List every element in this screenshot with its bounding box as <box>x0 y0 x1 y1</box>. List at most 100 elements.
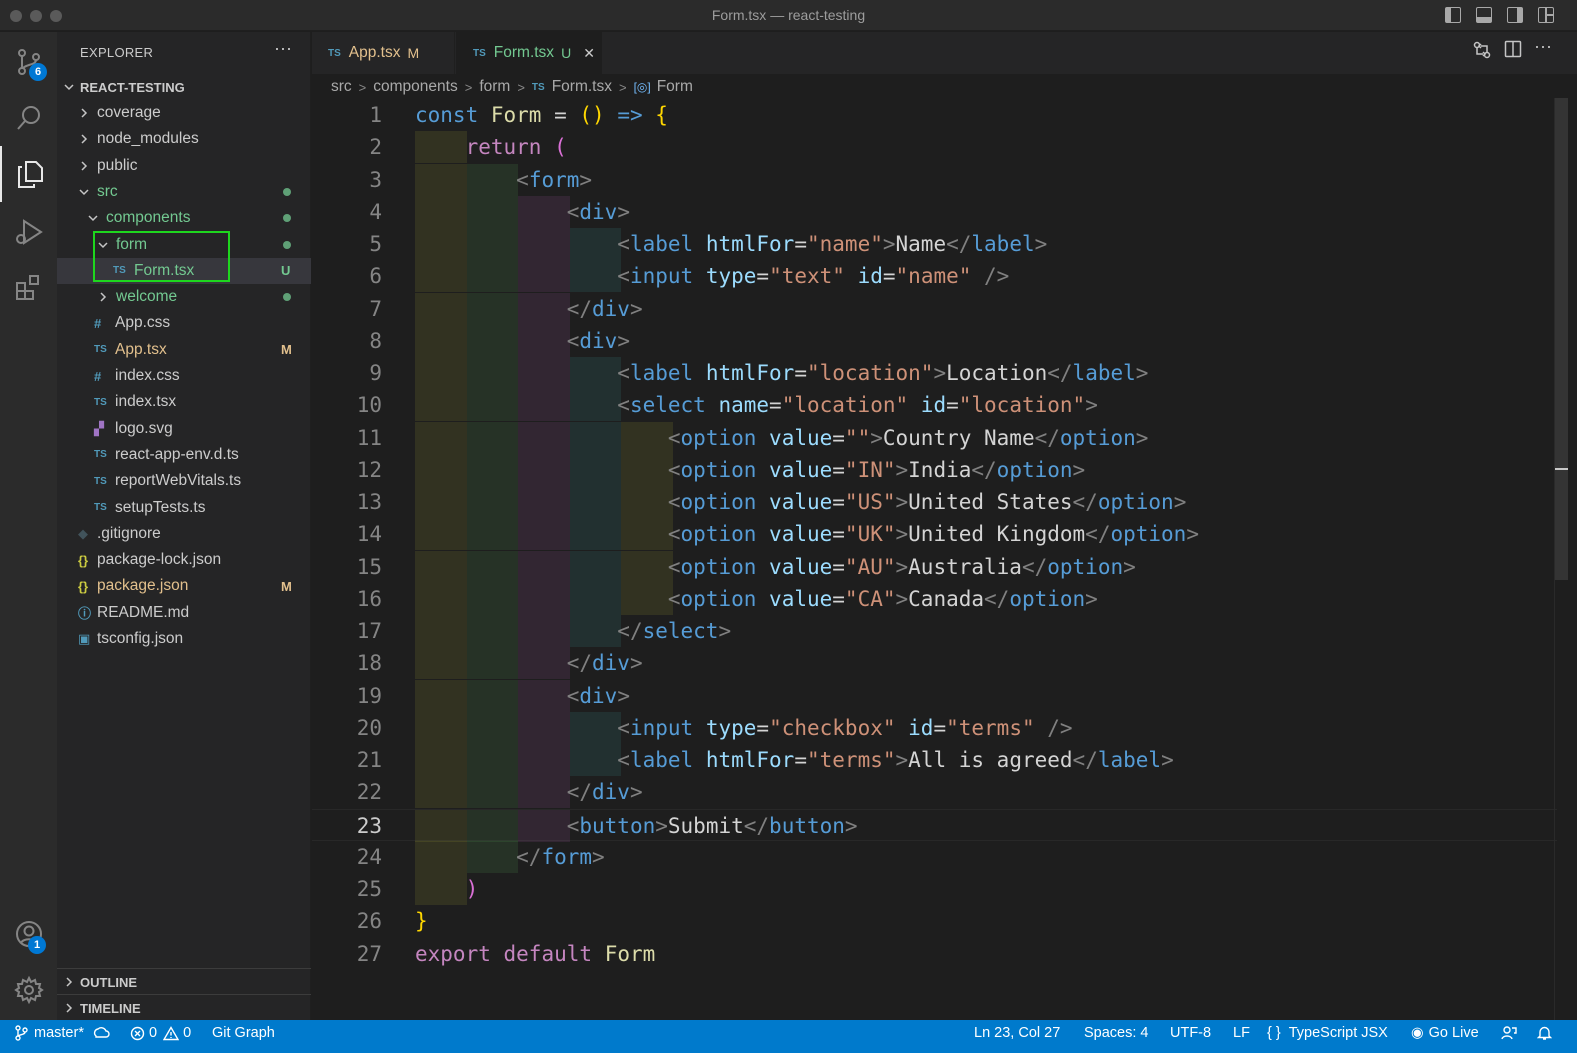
breadcrumb-item[interactable]: components <box>373 78 457 96</box>
line-code: export default Form <box>415 938 655 970</box>
file-item[interactable]: ⓘ README.md <box>57 600 311 626</box>
breadcrumb-item[interactable]: Form.tsx <box>552 78 612 96</box>
manage-button[interactable] <box>0 962 57 1018</box>
code-token: button <box>769 813 845 838</box>
folder-item[interactable]: components <box>57 205 311 231</box>
code-line: 11 <option value="">Country Name</option… <box>312 421 1557 454</box>
search-button[interactable] <box>0 90 57 146</box>
tab-form-tsx[interactable]: TS Form.tsx U ✕ <box>456 32 602 74</box>
code-token: < <box>667 522 681 547</box>
chevron-right-icon: > <box>618 79 627 95</box>
file-item[interactable]: ▣ tsconfig.json <box>57 626 311 652</box>
code-token: Submit <box>667 813 744 838</box>
toggle-panel-icon[interactable] <box>1476 7 1492 23</box>
explorer-button[interactable] <box>0 146 57 202</box>
code-token: option <box>680 554 757 579</box>
folder-item[interactable]: coverage <box>57 100 311 126</box>
code-token: div <box>579 683 618 708</box>
status-bar: master* 0 0 Git Graph Ln 23, Col 27 Spac… <box>0 1020 1577 1053</box>
accounts-button[interactable]: 1 <box>0 906 57 962</box>
toggle-secondary-sidebar-icon[interactable] <box>1507 7 1523 23</box>
toggle-primary-sidebar-icon[interactable] <box>1445 7 1461 23</box>
source-control-button[interactable]: 6 <box>0 34 57 90</box>
code-token: < <box>617 748 630 772</box>
branch-indicator[interactable]: master* <box>14 1020 110 1046</box>
breadcrumb-item[interactable]: src <box>331 78 352 96</box>
line-code: <label htmlFor="name">Name</label> <box>415 228 1047 260</box>
run-debug-button[interactable] <box>0 204 57 260</box>
code-token: = <box>832 554 845 579</box>
folder-item[interactable]: node_modules <box>57 126 311 152</box>
code-token: > <box>1072 457 1086 482</box>
code-token: United Kingdom <box>908 522 1086 547</box>
encoding[interactable]: UTF-8 <box>1170 1020 1211 1046</box>
code-token: > <box>1186 522 1199 547</box>
feedback-icon[interactable] <box>1501 1020 1517 1046</box>
compare-changes-icon[interactable] <box>1472 40 1492 65</box>
tree-item-label: src <box>97 182 118 200</box>
end-of-line[interactable]: LF <box>1233 1020 1250 1046</box>
json-file-icon: {} <box>78 552 89 568</box>
breadcrumb-item[interactable]: form <box>479 78 510 96</box>
file-item[interactable]: TS index.tsx <box>57 389 311 415</box>
code-token: > <box>1173 490 1187 514</box>
file-item[interactable]: {} package-lock.json <box>57 547 311 573</box>
breadcrumb-item[interactable]: Form <box>657 78 693 96</box>
folder-item[interactable]: welcome <box>57 284 311 310</box>
code-token: < <box>566 199 580 224</box>
code-token: => <box>604 103 656 127</box>
line-code: <label htmlFor="location">Location</labe… <box>415 357 1148 389</box>
outline-section[interactable]: OUTLINE <box>57 968 311 994</box>
file-item[interactable]: TS reportWebVitals.ts <box>57 468 311 494</box>
line-number: 1 <box>369 103 382 127</box>
file-item[interactable]: TS setupTests.ts <box>57 495 311 521</box>
code-token: > <box>1135 361 1149 385</box>
code-token: option <box>680 425 757 450</box>
file-item[interactable]: TS react-app-env.d.ts <box>57 442 311 468</box>
file-item[interactable]: TS App.tsx M <box>57 337 311 363</box>
close-icon[interactable]: ✕ <box>583 45 595 62</box>
line-number: 4 <box>369 199 382 224</box>
notifications-bell-icon[interactable] <box>1537 1020 1552 1046</box>
line-code: <select name="location" id="location"> <box>415 389 1098 421</box>
folder-item[interactable]: src <box>57 179 311 205</box>
explorer-more-actions-button[interactable]: ··· <box>274 38 292 59</box>
vertical-scrollbar-thumb[interactable] <box>1555 98 1568 580</box>
customize-layout-icon[interactable] <box>1538 7 1554 23</box>
workspace-root[interactable]: REACT-TESTING <box>57 74 311 100</box>
code-token: > <box>895 586 909 611</box>
code-token: /> <box>971 264 1010 289</box>
code-token: < <box>667 554 681 579</box>
cursor-position[interactable]: Ln 23, Col 27 <box>974 1020 1060 1046</box>
tab-app-tsx[interactable]: TS App.tsx M <box>312 32 455 74</box>
indentation[interactable]: Spaces: 4 <box>1084 1020 1149 1046</box>
file-item[interactable]: # App.css <box>57 310 311 336</box>
code-token: > <box>617 683 630 708</box>
line-number: 17 <box>356 619 382 643</box>
folder-item[interactable]: public <box>57 153 311 179</box>
timeline-section[interactable]: TIMELINE <box>57 994 311 1020</box>
problems-indicator[interactable]: 0 0 <box>130 1020 191 1046</box>
file-item[interactable]: ◆ .gitignore <box>57 521 311 547</box>
file-item[interactable]: ▞ logo.svg <box>57 416 311 442</box>
file-item[interactable]: # index.css <box>57 363 311 389</box>
code-editor[interactable]: 1 const Form = () => {2 return (3 <form> 4… <box>312 98 1577 1020</box>
go-live-button[interactable]: ◉ Go Live <box>1411 1020 1479 1046</box>
file-item[interactable]: {} package.json M <box>57 573 311 599</box>
code-token: > <box>1161 748 1174 772</box>
language-mode[interactable]: { } TypeScript JSX <box>1267 1020 1388 1046</box>
code-token: = <box>946 393 959 418</box>
split-editor-icon[interactable] <box>1504 40 1522 63</box>
annotation-highlight-box <box>93 231 230 282</box>
git-graph-button[interactable]: Git Graph <box>212 1020 275 1046</box>
more-actions-icon[interactable]: ··· <box>1534 36 1552 57</box>
code-token: "CA" <box>844 586 896 611</box>
line-number: 14 <box>356 522 382 547</box>
ts-file-icon: TS <box>94 502 107 513</box>
code-line: 7 </div> <box>312 292 1557 325</box>
extensions-button[interactable] <box>0 260 57 316</box>
